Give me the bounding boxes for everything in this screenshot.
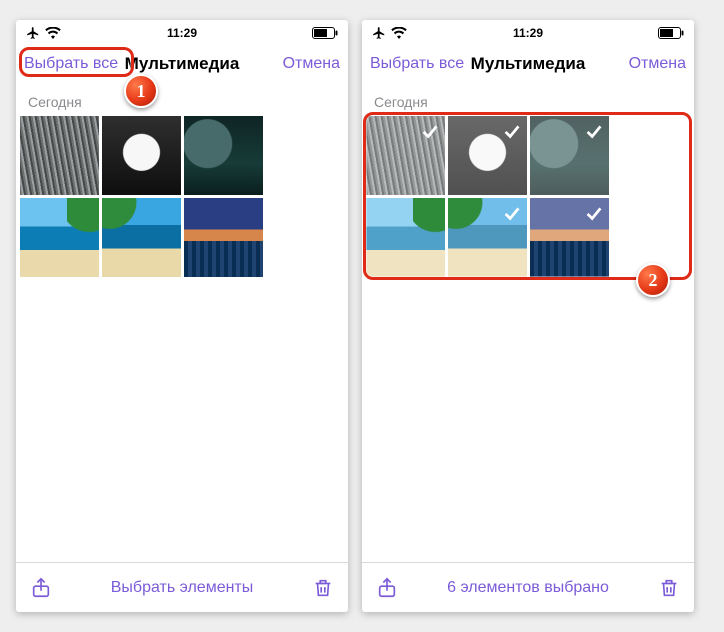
thumb-sunset-sea[interactable]	[530, 198, 609, 277]
share-icon[interactable]	[30, 577, 52, 599]
thumb-dark-rock[interactable]	[184, 116, 263, 195]
checkmark-icon	[583, 202, 605, 224]
section-today-label: Сегодня	[362, 86, 694, 116]
footer-bar: Выбрать элементы	[16, 562, 348, 612]
selected-count-label[interactable]: 6 элементов выбрано	[447, 579, 609, 597]
clock-label: 11:29	[16, 26, 348, 40]
step-badge-1: 1	[124, 74, 158, 108]
cancel-button[interactable]: Отмена	[283, 55, 340, 73]
thumb-beach-palms-1[interactable]	[20, 198, 99, 277]
nav-bar: Выбрать все Мультимедиа Отмена	[16, 42, 348, 86]
thumb-dice[interactable]	[102, 116, 181, 195]
trash-icon[interactable]	[658, 577, 680, 599]
thumb-spiky-grass[interactable]	[366, 116, 445, 195]
checkmark-icon	[501, 120, 523, 142]
share-icon[interactable]	[376, 577, 398, 599]
thumb-beach-palms-1[interactable]	[366, 198, 445, 277]
media-grid	[16, 116, 348, 277]
section-today-label: Сегодня	[16, 86, 348, 116]
footer-bar: 6 элементов выбрано	[362, 562, 694, 612]
thumb-beach-palms-2[interactable]	[448, 198, 527, 277]
media-grid	[362, 116, 694, 277]
clock-label: 11:29	[362, 26, 694, 40]
checkmark-icon	[501, 202, 523, 224]
screen-before: 11:29 Выбрать все Мультимедиа Отмена Сег…	[16, 20, 348, 612]
checkmark-icon	[419, 202, 441, 224]
status-bar: 11:29	[16, 20, 348, 42]
thumb-sunset-sea[interactable]	[184, 198, 263, 277]
thumb-spiky-grass[interactable]	[20, 116, 99, 195]
trash-icon[interactable]	[312, 577, 334, 599]
select-all-button[interactable]: Выбрать все	[370, 55, 464, 73]
checkmark-icon	[583, 120, 605, 142]
thumb-dice[interactable]	[448, 116, 527, 195]
nav-bar: Выбрать все Мультимедиа Отмена	[362, 42, 694, 86]
thumb-dark-rock[interactable]	[530, 116, 609, 195]
checkmark-icon	[419, 120, 441, 142]
screen-after: 11:29 Выбрать все Мультимедиа Отмена Сег…	[362, 20, 694, 612]
cancel-button[interactable]: Отмена	[629, 55, 686, 73]
select-all-button[interactable]: Выбрать все	[24, 55, 118, 73]
status-bar: 11:29	[362, 20, 694, 42]
step-badge-2: 2	[636, 263, 670, 297]
thumb-beach-palms-2[interactable]	[102, 198, 181, 277]
select-items-button[interactable]: Выбрать элементы	[111, 579, 254, 597]
